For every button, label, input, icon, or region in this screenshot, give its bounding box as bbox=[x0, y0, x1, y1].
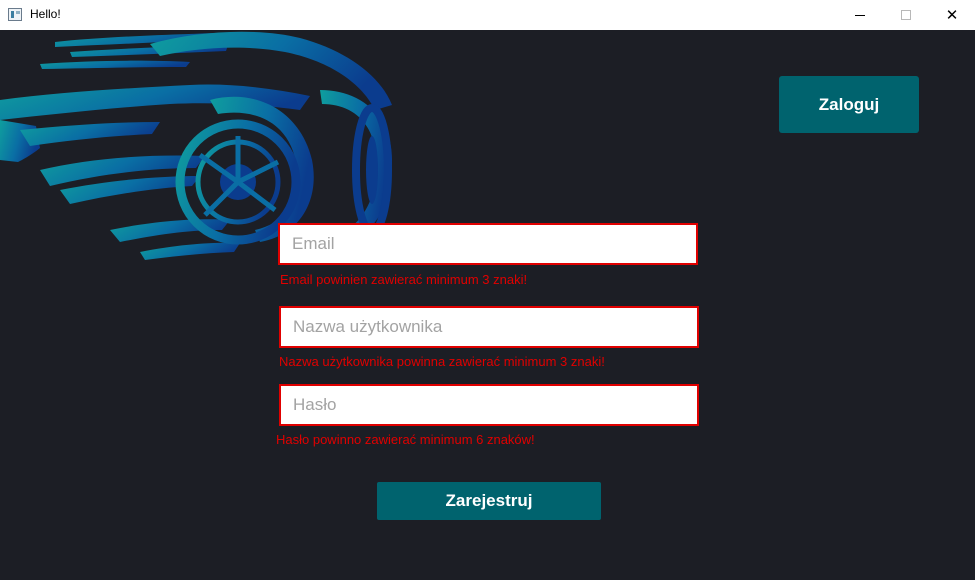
close-icon: ✕ bbox=[945, 7, 959, 24]
main-content: Zaloguj Email Email powinien zawierać mi… bbox=[0, 30, 975, 580]
password-placeholder: Hasło bbox=[293, 395, 337, 414]
minimize-button[interactable] bbox=[837, 0, 883, 30]
maximize-button[interactable] bbox=[883, 0, 929, 30]
email-placeholder: Email bbox=[292, 234, 335, 253]
minimize-icon bbox=[855, 14, 865, 16]
maximize-icon bbox=[901, 10, 911, 20]
email-error-message: Email powinien zawierać minimum 3 znaki! bbox=[280, 272, 528, 287]
register-button[interactable]: Zarejestruj bbox=[377, 482, 601, 520]
app-window-icon bbox=[8, 8, 22, 21]
login-button[interactable]: Zaloguj bbox=[779, 76, 919, 133]
email-field[interactable]: Email bbox=[278, 223, 698, 265]
username-field[interactable]: Nazwa użytkownika bbox=[279, 306, 699, 348]
window-title: Hello! bbox=[30, 7, 61, 21]
close-button[interactable]: ✕ bbox=[929, 0, 975, 30]
password-error-message: Hasło powinno zawierać minimum 6 znaków! bbox=[276, 432, 535, 447]
password-field[interactable]: Hasło bbox=[279, 384, 699, 426]
username-placeholder: Nazwa użytkownika bbox=[293, 317, 443, 336]
username-error-message: Nazwa użytkownika powinna zawierać minim… bbox=[279, 354, 605, 369]
window-titlebar: Hello! ✕ bbox=[0, 0, 975, 30]
